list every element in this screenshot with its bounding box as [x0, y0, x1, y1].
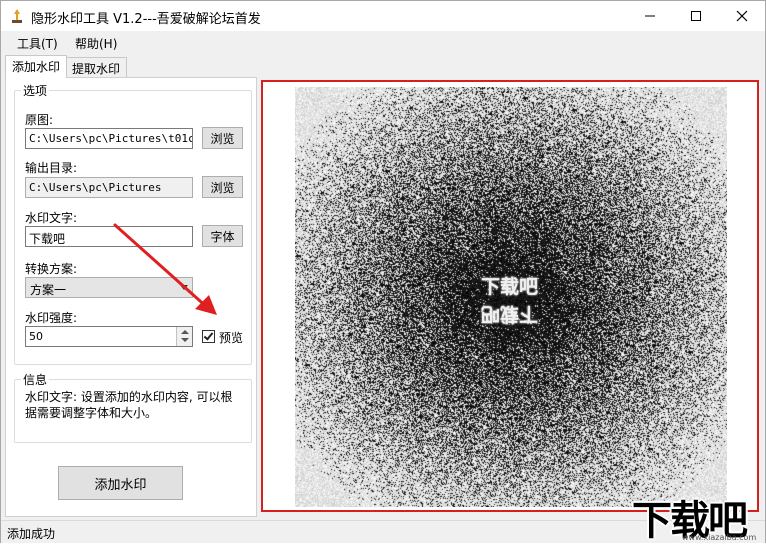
- preview-label: 预览: [219, 331, 244, 345]
- strength-label: 水印强度:: [25, 311, 78, 325]
- info-line-2: 据需要调整字体和大小。: [25, 406, 158, 420]
- menu-bar: 工具(T) 帮助(H): [1, 31, 467, 55]
- watermark-text-label: 水印文字:: [25, 211, 78, 225]
- minimize-button[interactable]: [627, 1, 673, 31]
- scheme-select-value: 方案一: [30, 283, 67, 297]
- app-icon: [12, 9, 22, 23]
- add-watermark-button[interactable]: 添加水印: [58, 466, 183, 500]
- info-line-1: 水印文字: 设置添加的水印内容, 可以根: [25, 390, 233, 404]
- maximize-icon: [691, 11, 701, 21]
- title-bar: 隐形水印工具 V1.2---吾爱破解论坛首发: [1, 1, 765, 31]
- info-group: 信息 水印文字: 设置添加的水印内容, 可以根 据需要调整字体和大小。: [14, 371, 252, 443]
- logo-url: www.xiazaiba.com: [682, 533, 757, 542]
- preview-checkbox[interactable]: [202, 330, 215, 343]
- close-button[interactable]: [719, 1, 765, 31]
- window-title: 隐形水印工具 V1.2---吾爱破解论坛首发: [31, 12, 261, 27]
- browse-source-button[interactable]: 浏览: [202, 127, 243, 149]
- menu-tools[interactable]: 工具(T): [17, 35, 58, 52]
- red-arrow-annotation: [113, 223, 217, 315]
- source-path-input[interactable]: C:\Users\pc\Pictures\t01c88: [25, 128, 193, 149]
- check-icon: [203, 330, 214, 341]
- source-label: 原图:: [25, 113, 54, 127]
- output-label: 输出目录:: [25, 161, 78, 175]
- tab-add-watermark[interactable]: 添加水印: [5, 55, 68, 78]
- close-icon: [736, 10, 748, 22]
- status-text: 添加成功: [7, 527, 56, 541]
- stepper-down-icon[interactable]: [181, 338, 189, 342]
- scheme-label: 转换方案:: [25, 262, 78, 276]
- preview-frame: 下载吧 下载吧: [261, 80, 759, 512]
- stepper-buttons[interactable]: [176, 327, 192, 346]
- strength-stepper[interactable]: 50: [25, 326, 193, 347]
- tab-extract-watermark[interactable]: 提取水印: [65, 57, 128, 77]
- watermark-preview-mirror: 下载吧: [481, 303, 539, 325]
- main-window: 隐形水印工具 V1.2---吾爱破解论坛首发 工具(T) 帮助(H) 添加水印 …: [0, 0, 766, 544]
- browse-output-button[interactable]: 浏览: [202, 176, 243, 198]
- strength-value: 50: [29, 330, 43, 343]
- maximize-button[interactable]: [673, 1, 719, 31]
- stepper-up-icon[interactable]: [181, 330, 189, 334]
- site-logo: 下载吧 www.xiazaiba.com: [632, 488, 766, 544]
- options-group-title: 选项: [21, 82, 50, 99]
- watermark-preview-text: 下载吧: [481, 276, 539, 298]
- minimize-icon: [645, 15, 655, 17]
- output-dir-input[interactable]: C:\Users\pc\Pictures: [25, 177, 193, 198]
- info-group-title: 信息: [21, 371, 50, 388]
- menu-help[interactable]: 帮助(H): [75, 35, 117, 52]
